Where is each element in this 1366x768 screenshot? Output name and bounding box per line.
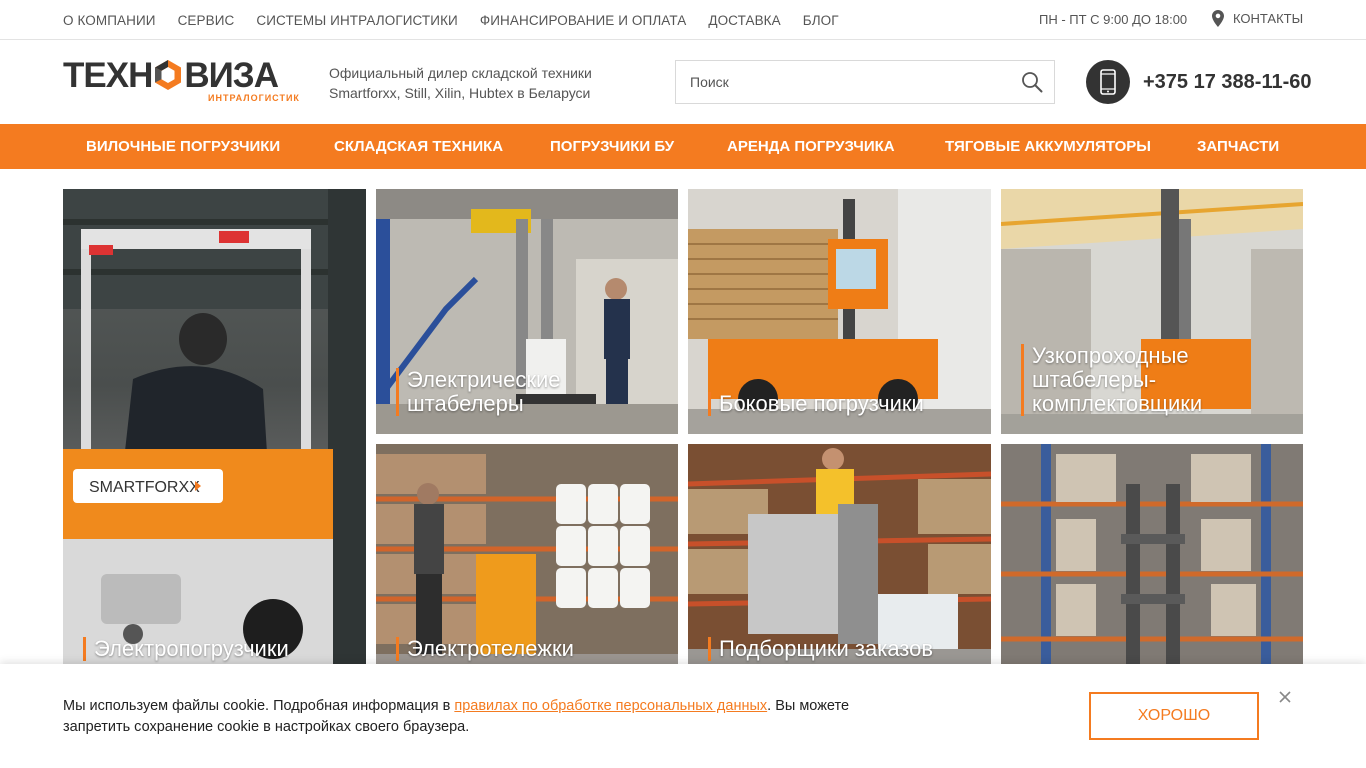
tile-title-electric-stackers: Электрические штабелеры	[396, 368, 560, 416]
topnav-delivery[interactable]: ДОСТАВКА	[708, 13, 780, 28]
phone-number[interactable]: +375 17 388-11-60	[1143, 71, 1312, 94]
nav-forklifts[interactable]: ВИЛОЧНЫЕ ПОГРУЗЧИКИ	[86, 138, 280, 155]
tile-title-narrow-aisle-stackers: Узкопроходные штабелеры- комплектовщики	[1021, 344, 1202, 416]
tile-title-line: Электрические	[407, 367, 561, 392]
tile-title-electric-pallet-trucks: Электротележки	[396, 637, 574, 661]
tile-title-line: Узкопроходные	[1032, 343, 1189, 368]
search-button[interactable]	[1010, 60, 1054, 104]
category-tile-electric-forklifts[interactable]: SMARTFORXX Электропогрузчики	[63, 189, 366, 679]
category-tile-reach-trucks[interactable]	[1001, 444, 1303, 679]
nav-used-forklifts[interactable]: ПОГРУЗЧИКИ БУ	[550, 138, 674, 155]
phone-icon-badge[interactable]	[1086, 60, 1130, 104]
top-utility-bar: О КОМПАНИИ СЕРВИС СИСТЕМЫ ИНТРАЛОГИСТИКИ…	[0, 0, 1366, 40]
nav-forklift-rental[interactable]: АРЕНДА ПОГРУЗЧИКА	[727, 138, 895, 155]
category-tile-electric-stackers[interactable]: Электрические штабелеры	[376, 189, 678, 434]
nav-warehouse-equipment[interactable]: СКЛАДСКАЯ ТЕХНИКА	[334, 138, 503, 155]
smartforxx-logo-label: SMARTFORXX	[89, 479, 200, 496]
logo-text-left: ТЕХН	[63, 56, 153, 95]
privacy-policy-link[interactable]: правилах по обработке персональных данны…	[454, 698, 767, 714]
tile-title-side-loaders: Боковые погрузчики	[708, 392, 924, 416]
location-pin-icon	[1212, 10, 1224, 27]
tile-title-line: штабелеры	[407, 391, 524, 416]
search-box	[675, 60, 1055, 104]
cookie-message: Мы используем файлы cookie. Подробная ин…	[63, 696, 903, 738]
topnav-blog[interactable]: БЛОГ	[803, 13, 839, 28]
topnav-intralogistics[interactable]: СИСТЕМЫ ИНТРАЛОГИСТИКИ	[256, 13, 457, 28]
topnav-financing[interactable]: ФИНАНСИРОВАНИЕ И ОПЛАТА	[480, 13, 686, 28]
cookie-banner: Мы используем файлы cookie. Подробная ин…	[0, 664, 1366, 768]
tagline-line-2: Smartforxx, Still, Xilin, Hubtex в Белар…	[329, 85, 591, 101]
reach-truck-image	[1001, 444, 1303, 679]
cookie-accept-button[interactable]: ХОРОШО	[1089, 692, 1259, 740]
mobile-phone-icon	[1100, 69, 1116, 95]
main-category-nav: ВИЛОЧНЫЕ ПОГРУЗЧИКИ СКЛАДСКАЯ ТЕХНИКА ПО…	[0, 124, 1366, 169]
logo-subtitle: ИНТРАЛОГИСТИК	[208, 93, 300, 103]
search-icon	[1022, 72, 1043, 93]
electric-forklift-image: SMARTFORXX	[63, 189, 366, 679]
category-tile-narrow-aisle-stackers[interactable]: Узкопроходные штабелеры- комплектовщики	[1001, 189, 1303, 434]
search-input[interactable]	[676, 61, 1010, 103]
category-tile-side-loaders[interactable]: Боковые погрузчики	[688, 189, 991, 434]
cookie-text-before: Мы используем файлы cookie. Подробная ин…	[63, 698, 455, 714]
tile-title-electric-forklifts: Электропогрузчики	[83, 637, 289, 661]
topnav-about[interactable]: О КОМПАНИИ	[63, 13, 156, 28]
category-tile-order-pickers[interactable]: Подборщики заказов	[688, 444, 991, 679]
tile-title-line: штабелеры-	[1032, 367, 1157, 392]
site-logo[interactable]: ТЕХН ВИЗА ИНТРАЛОГИСТИК	[63, 56, 299, 103]
tagline-line-1: Официальный дилер складской техники	[329, 65, 592, 81]
close-icon[interactable]	[1276, 688, 1294, 706]
nav-spare-parts[interactable]: ЗАПЧАСТИ	[1197, 138, 1279, 155]
working-hours: ПН - ПТ С 9:00 ДО 18:00	[1039, 12, 1188, 27]
contacts-link[interactable]: КОНТАКТЫ	[1212, 10, 1303, 27]
nav-traction-batteries[interactable]: ТЯГОВЫЕ АККУМУЛЯТОРЫ	[945, 138, 1151, 155]
tile-title-line: комплектовщики	[1032, 391, 1203, 416]
topnav-service[interactable]: СЕРВИС	[178, 13, 235, 28]
contacts-label: КОНТАКТЫ	[1233, 11, 1304, 26]
top-nav: О КОМПАНИИ СЕРВИС СИСТЕМЫ ИНТРАЛОГИСТИКИ…	[63, 0, 861, 40]
category-tile-electric-pallet-trucks[interactable]: Электротележки	[376, 444, 678, 679]
tile-title-order-pickers: Подборщики заказов	[708, 637, 933, 661]
logo-emblem-icon	[155, 60, 182, 90]
logo-text-right: ВИЗА	[184, 56, 279, 95]
header-tagline: Официальный дилер складской техники Smar…	[329, 63, 629, 103]
